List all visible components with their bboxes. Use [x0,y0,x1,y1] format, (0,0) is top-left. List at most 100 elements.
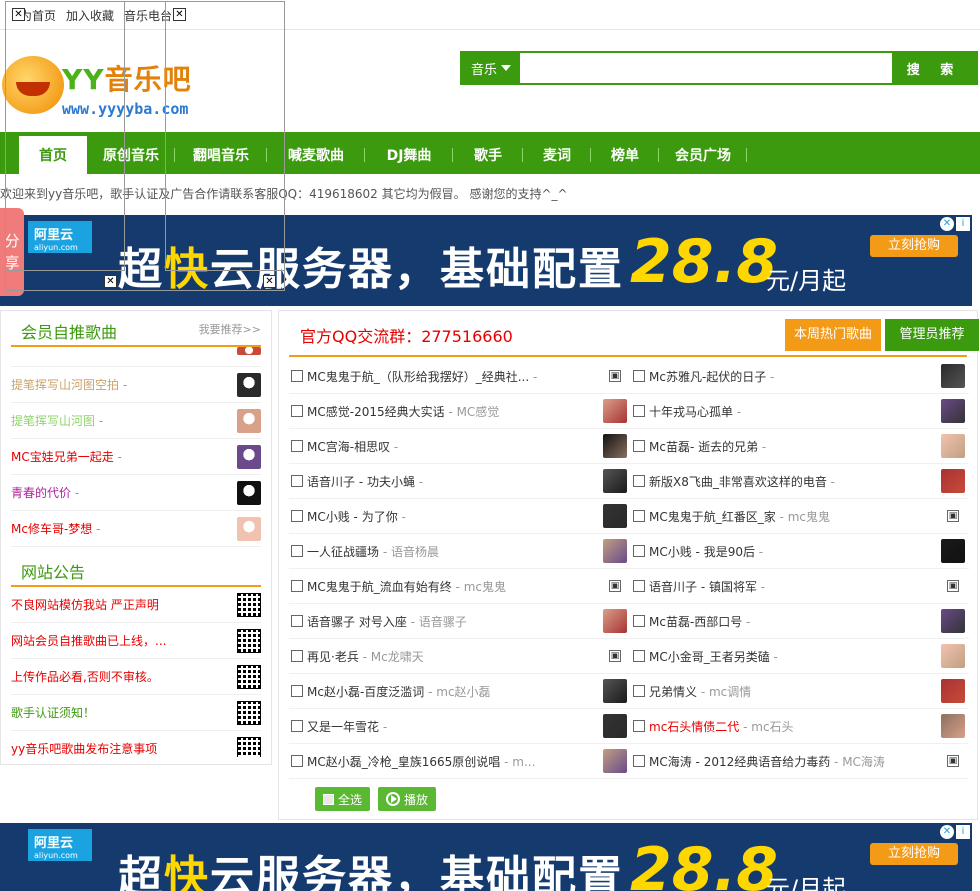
song-title[interactable]: MC鬼鬼于航_流血有始有终 - mc鬼鬼 [307,578,506,595]
announcement-link[interactable]: 歌手认证须知！ [11,704,95,721]
song-checkbox[interactable] [291,650,303,662]
song-checkbox[interactable] [291,545,303,557]
search-input[interactable] [520,53,892,83]
song-row[interactable]: Mc苏雅凡-起伏的日子 - [631,359,969,394]
song-checkbox[interactable] [291,440,303,452]
song-row[interactable]: Mc苗磊-西部口号 - [631,604,969,639]
song-checkbox[interactable] [633,370,645,382]
site-logo[interactable]: YY音乐吧 www.yyyyba.com [0,48,220,128]
song-title[interactable]: 语音骡子 对号入座 - 语音骡子 [307,613,467,630]
radio-link[interactable]: 音乐电台 [124,7,172,24]
announcement-link[interactable]: 网站会员自推歌曲已上线，... [11,632,166,649]
song-title[interactable]: MC海涛 - 2012经典语音给力毒药 - MC海涛 [649,753,885,770]
song-row[interactable]: 又是一年雪花 - [289,709,631,744]
ad-info-icon[interactable]: i [956,825,970,839]
song-title[interactable]: mc石头情债二代 - mc石头 [649,718,794,735]
song-checkbox[interactable] [291,510,303,522]
list-item[interactable]: MC宝娃兄弟一起走 - [11,439,261,475]
song-title[interactable]: 又是一年雪花 - [307,718,387,735]
song-title[interactable]: Mc苏雅凡-起伏的日子 - [649,368,774,385]
announcement-item[interactable]: 上传作品必看,否则不审核。 [11,659,261,695]
nav-item[interactable]: 喊麦歌曲 [267,136,365,174]
song-title[interactable]: MC小贱 - 我是90后 - [649,543,763,560]
select-all-button[interactable]: 全选 [315,787,371,811]
nav-item[interactable]: 翻唱音乐 [175,136,267,174]
song-title[interactable]: MC小金哥_王者另类磕 - [649,648,778,665]
song-checkbox[interactable] [633,440,645,452]
tab-admin-recommend[interactable]: 管理员推荐 [885,319,979,351]
song-checkbox[interactable] [633,510,645,522]
song-title[interactable]: 新版X8飞曲_非常喜欢这样的电音 - [649,473,835,490]
ad-info-icon[interactable]: i [956,217,970,231]
song-row[interactable]: MC海涛 - 2012经典语音给力毒药 - MC海涛 ▣ [631,744,969,779]
ad-buy-button[interactable]: 立刻抢购 [870,235,958,257]
close-icon[interactable]: ✕ [173,8,186,21]
song-checkbox[interactable] [633,475,645,487]
song-title[interactable]: 语音川子 - 镇国将军 - [649,578,765,595]
ad-close-icon[interactable]: ✕ [940,217,954,231]
song-checkbox[interactable] [633,615,645,627]
song-title[interactable]: MC赵小磊_冷枪_皇族1665原创说唱 - m... [307,753,535,770]
close-icon[interactable]: ✕ [263,275,276,288]
song-title[interactable]: MC鬼鬼于航_红番区_家 - mc鬼鬼 [649,508,830,525]
song-row[interactable]: Mc苗磊- 逝去的兄弟 - [631,429,969,464]
song-row[interactable]: MC小贱 - 我是90后 - [631,534,969,569]
list-item[interactable] [11,347,261,367]
search-button[interactable]: 搜 索 [892,53,976,83]
song-checkbox[interactable] [291,405,303,417]
song-checkbox[interactable] [633,405,645,417]
song-checkbox[interactable] [633,580,645,592]
song-row[interactable]: 新版X8飞曲_非常喜欢这样的电音 - [631,464,969,499]
ad-close-icon[interactable]: ✕ [940,825,954,839]
announcement-link[interactable]: 不良网站模仿我站 严正声明 [11,596,159,613]
song-title[interactable]: MC宝娃兄弟一起走 - [11,448,122,465]
announcement-link[interactable]: yy音乐吧歌曲发布注意事项 [11,740,157,757]
song-checkbox[interactable] [291,615,303,627]
share-tab[interactable]: 分 享 [0,208,24,296]
set-home-link[interactable]: 为首页 [20,7,56,24]
add-favorite-link[interactable]: 加入收藏 [66,7,114,24]
announcement-item[interactable]: yy音乐吧歌曲发布注意事项 [11,731,261,757]
nav-item[interactable]: DJ舞曲 [365,136,453,174]
recommend-more-link[interactable]: 我要推荐>> [199,321,261,337]
song-checkbox[interactable] [633,545,645,557]
nav-item[interactable]: 榜单 [591,136,659,174]
tab-weekly-hot[interactable]: 本周热门歌曲 [785,319,881,351]
song-checkbox[interactable] [291,580,303,592]
song-title[interactable]: Mc苗磊-西部口号 - [649,613,750,630]
list-item[interactable]: 提笔挥写山河图 - [11,403,261,439]
song-title[interactable]: 兄弟情义 - mc调情 [649,683,751,700]
song-row[interactable]: MC鬼鬼于航_流血有始有终 - mc鬼鬼 ▣ [289,569,631,604]
ad-buy-button[interactable]: 立刻抢购 [870,843,958,865]
song-title[interactable]: 语音川子 - 功夫小蝇 - [307,473,423,490]
song-checkbox[interactable] [291,755,303,767]
list-item[interactable]: 提笔挥写山河图空拍 - [11,367,261,403]
announcement-link[interactable]: 上传作品必看,否则不审核。 [11,668,159,685]
announcement-item[interactable]: 网站会员自推歌曲已上线，... [11,623,261,659]
announcement-item[interactable]: 歌手认证须知！ [11,695,261,731]
song-row[interactable]: 语音川子 - 镇国将军 - ▣ [631,569,969,604]
nav-item[interactable]: 首页 [19,136,87,174]
song-checkbox[interactable] [633,720,645,732]
announcement-item[interactable]: 不良网站模仿我站 严正声明 [11,587,261,623]
nav-item[interactable]: 歌手 [453,136,523,174]
list-item[interactable]: Mc修车哥-梦想 - [11,511,261,547]
song-title[interactable]: 一人征战疆场 - 语音杨晨 [307,543,439,560]
song-checkbox[interactable] [291,370,303,382]
song-checkbox[interactable] [633,650,645,662]
song-row[interactable]: 十年戎马心孤单 - [631,394,969,429]
song-title[interactable]: Mc修车哥-梦想 - [11,520,100,537]
song-title[interactable]: 提笔挥写山河图空拍 - [11,376,127,393]
song-row[interactable]: MC小贱 - 为了你 - [289,499,631,534]
song-checkbox[interactable] [633,755,645,767]
song-row[interactable]: mc石头情债二代 - mc石头 [631,709,969,744]
song-row[interactable]: 再见·老兵 - Mc龙啸天 ▣ [289,639,631,674]
song-title[interactable]: 提笔挥写山河图 - [11,412,103,429]
song-row[interactable]: MC赵小磊_冷枪_皇族1665原创说唱 - m... [289,744,631,779]
song-title[interactable]: 再见·老兵 - Mc龙啸天 [307,648,424,665]
close-icon[interactable]: ✕ [12,8,25,21]
song-title[interactable]: 十年戎马心孤单 - [649,403,741,420]
song-row[interactable]: 语音川子 - 功夫小蝇 - [289,464,631,499]
ad-banner-top[interactable]: 阿里云 aliyun.com 超快云服务器，基础配置 28.8 元/月起 立刻抢购… [0,215,972,306]
song-title[interactable]: Mc赵小磊-百度泛滥词 - mc赵小磊 [307,683,491,700]
